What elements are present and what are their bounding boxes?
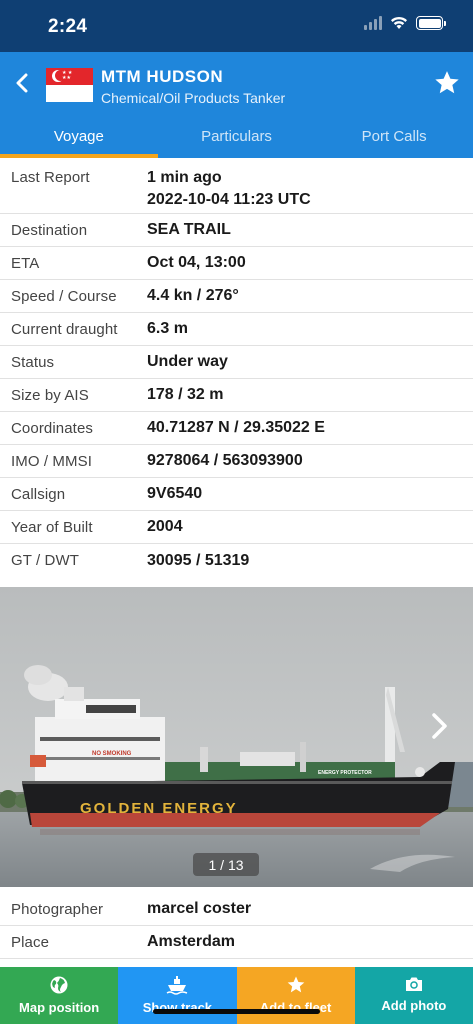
speed-course-label: Speed / Course: [11, 287, 117, 305]
photo-meta: Photographer marcel coster Place Amsterd…: [0, 893, 473, 959]
speed-course-value: 4.4 kn / 276°: [147, 287, 239, 304]
add-photo-button[interactable]: Add photo: [354, 967, 473, 1024]
place-label: Place: [11, 933, 50, 951]
bow-name-text: ENERGY PROTECTOR: [318, 770, 372, 776]
map-position-button[interactable]: Map position: [0, 967, 119, 1024]
coordinates-value: 40.71287 N / 29.35022 E: [147, 419, 325, 436]
vessel-photo: NO SMOKING GOLDEN ENERGY ENERGY PROTECTO…: [0, 587, 473, 887]
size-value: 178 / 32 m: [147, 386, 224, 403]
chevron-left-icon: [16, 73, 28, 93]
nav-bar: ★ ★ ★★ MTM HUDSON Chemical/Oil Products T…: [0, 52, 473, 114]
imo-mmsi-value: 9278064 / 563093900: [147, 452, 303, 469]
row-status: Status Under way: [0, 346, 473, 379]
add-to-fleet-button[interactable]: Add to fleet: [236, 967, 355, 1024]
tab-particulars[interactable]: Particulars: [158, 114, 316, 158]
row-draught: Current draught 6.3 m: [0, 313, 473, 346]
vessel-type: Chemical/Oil Products Tanker: [101, 90, 286, 106]
vessel-name: MTM HUDSON: [101, 67, 224, 86]
home-indicator: [153, 1009, 320, 1014]
row-imo-mmsi: IMO / MMSI 9278064 / 563093900: [0, 445, 473, 478]
draught-value: 6.3 m: [147, 320, 188, 337]
last-report-timestamp: 2022-10-04 11:23 UTC: [147, 191, 311, 208]
vessel-photo-carousel[interactable]: NO SMOKING GOLDEN ENERGY ENERGY PROTECTO…: [0, 587, 473, 887]
size-label: Size by AIS: [11, 386, 89, 404]
row-photographer: Photographer marcel coster: [0, 893, 473, 926]
map-position-label: Map position: [19, 1000, 100, 1015]
tab-bar: Voyage Particulars Port Calls: [0, 114, 473, 158]
year-built-label: Year of Built: [11, 518, 93, 536]
voyage-info-table: Last Report 1 min ago 2022-10-04 11:23 U…: [0, 158, 473, 577]
destination-label: Destination: [11, 221, 88, 239]
last-report-relative: 1 min ago: [147, 169, 222, 186]
gt-dwt-value: 30095 / 51319: [147, 551, 250, 569]
callsign-value: 9V6540: [147, 485, 203, 502]
eta-value: Oct 04, 13:00: [147, 254, 246, 271]
status-icons: [364, 16, 446, 30]
draught-label: Current draught: [11, 320, 118, 338]
eta-label: ETA: [11, 254, 40, 272]
row-speed-course: Speed / Course 4.4 kn / 276°: [0, 280, 473, 313]
chevron-right-icon: [432, 713, 447, 739]
row-destination: Destination SEA TRAIL: [0, 214, 473, 247]
row-year-built: Year of Built 2004: [0, 511, 473, 544]
ship-icon: [166, 976, 188, 995]
star-icon: [435, 71, 459, 94]
status-time: 2:24: [48, 16, 88, 37]
favorite-button[interactable]: [433, 69, 461, 97]
cellular-signal-icon: [364, 16, 382, 30]
bottom-action-bar: Map position Show track Add to fleet Add…: [0, 967, 473, 1024]
year-built-value: 2004: [147, 518, 183, 535]
row-eta: ETA Oct 04, 13:00: [0, 247, 473, 280]
hull-name-text: GOLDEN ENERGY: [80, 800, 238, 817]
place-value: Amsterdam: [147, 933, 236, 950]
gt-dwt-label: GT / DWT: [11, 552, 80, 569]
deck-sign-text: NO SMOKING: [92, 751, 132, 757]
row-last-report: Last Report 1 min ago 2022-10-04 11:23 U…: [0, 158, 473, 214]
globe-icon: [50, 976, 68, 994]
add-photo-label: Add photo: [381, 998, 447, 1013]
tab-voyage[interactable]: Voyage: [0, 114, 158, 158]
photographer-value[interactable]: marcel coster: [147, 900, 251, 918]
show-track-button[interactable]: Show track: [118, 967, 237, 1024]
row-coordinates: Coordinates 40.71287 N / 29.35022 E: [0, 412, 473, 445]
photo-counter: 1 / 13: [193, 853, 259, 876]
last-report-value: 1 min ago 2022-10-04 11:23 UTC: [147, 169, 311, 209]
back-button[interactable]: [8, 68, 36, 98]
singapore-flag-icon: ★ ★ ★★: [46, 68, 93, 102]
row-gt-dwt: GT / DWT 30095 / 51319: [0, 544, 473, 577]
status-value: Under way: [147, 353, 228, 370]
camera-icon: [405, 977, 422, 991]
status-label: Status: [11, 353, 55, 371]
destination-value: SEA TRAIL: [147, 221, 231, 238]
status-bar: 2:24: [0, 0, 473, 52]
battery-icon: [416, 16, 446, 30]
row-place: Place Amsterdam: [0, 926, 473, 959]
row-callsign: Callsign 9V6540: [0, 478, 473, 511]
coordinates-label: Coordinates: [11, 419, 93, 437]
row-size: Size by AIS 178 / 32 m: [0, 379, 473, 412]
wifi-icon: [391, 16, 407, 29]
last-report-label: Last Report: [11, 169, 90, 186]
callsign-label: Callsign: [11, 485, 66, 503]
photo-next-button[interactable]: [427, 711, 453, 741]
tab-port-calls[interactable]: Port Calls: [315, 114, 473, 158]
imo-mmsi-label: IMO / MMSI: [11, 452, 92, 470]
photographer-label: Photographer: [11, 900, 104, 918]
star-icon: [287, 976, 304, 993]
